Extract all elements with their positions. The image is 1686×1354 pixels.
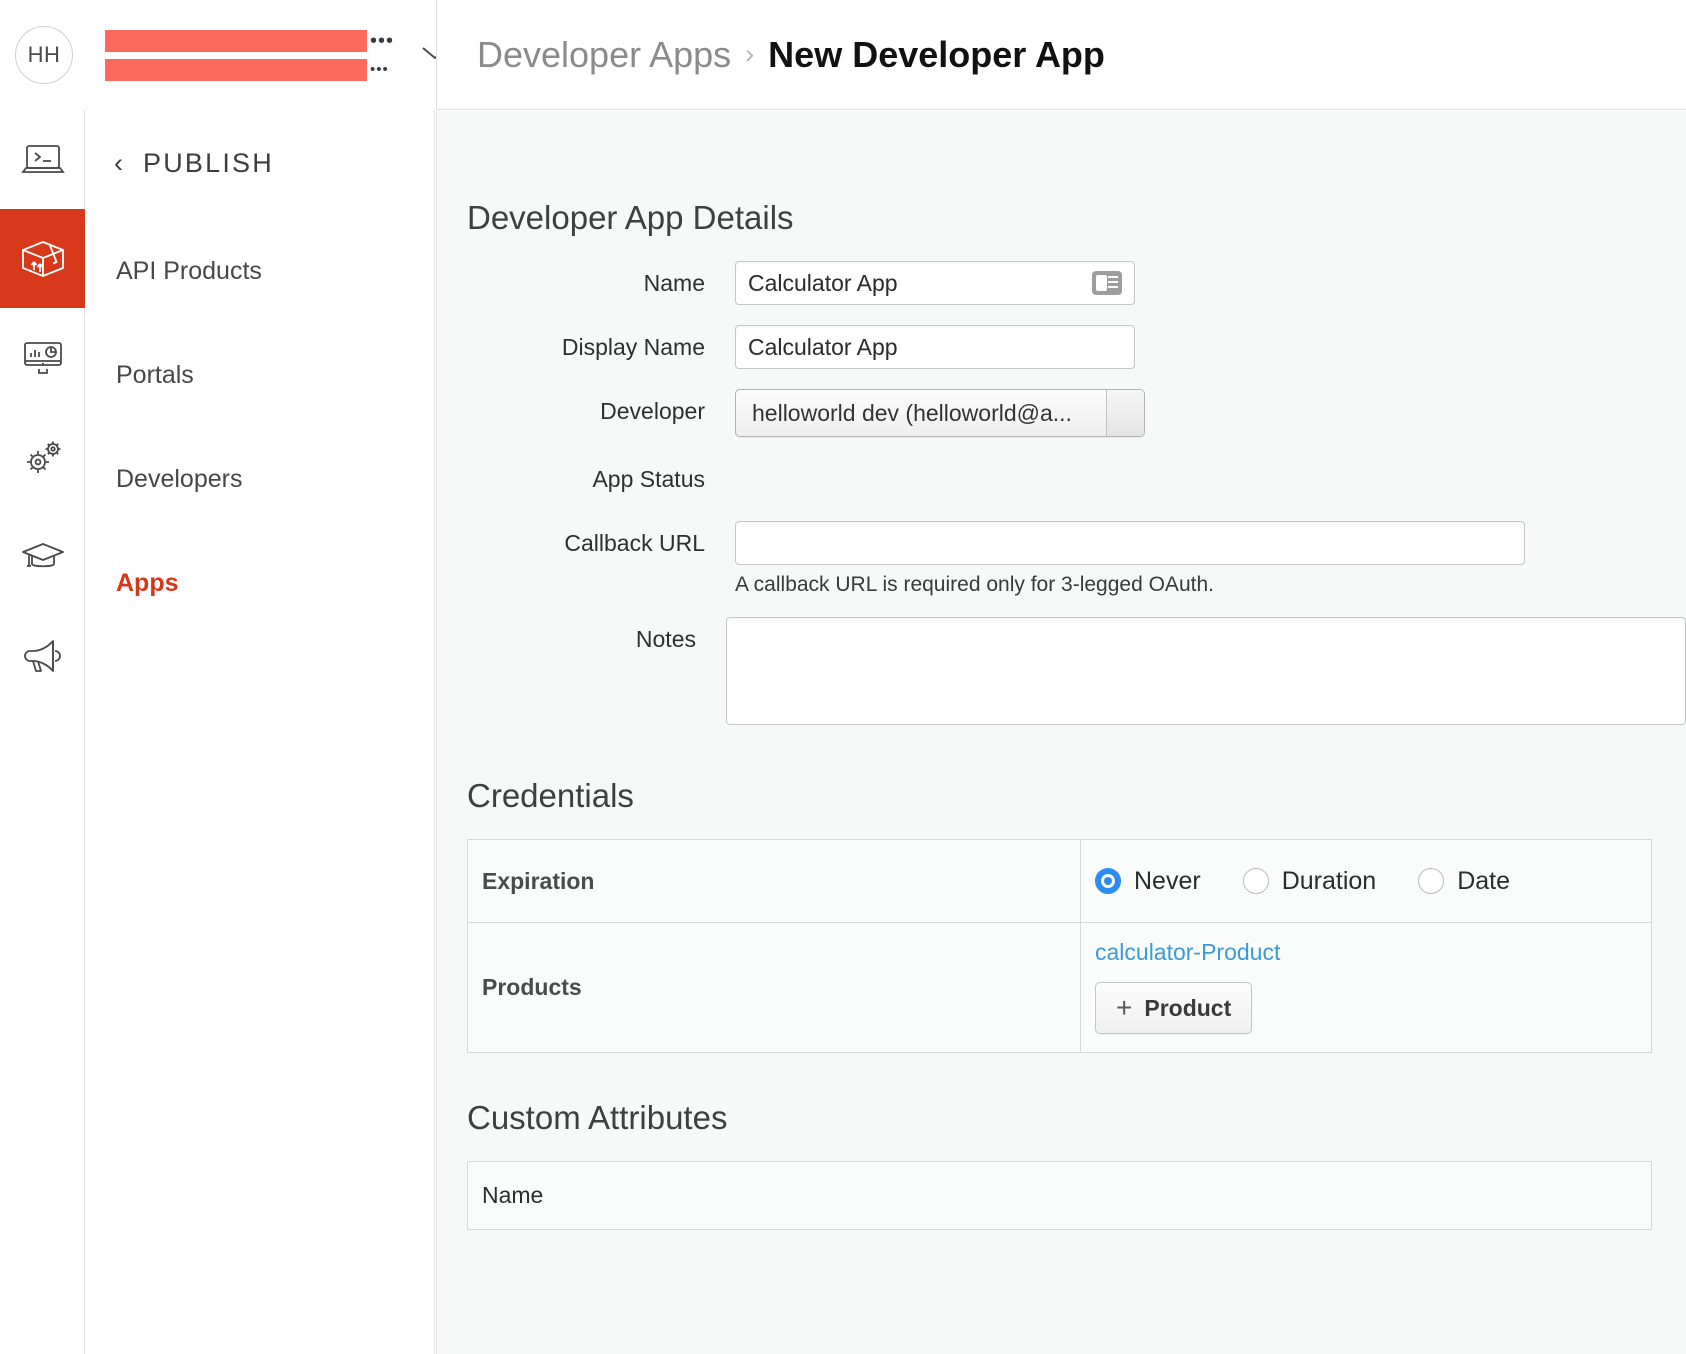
megaphone-icon — [21, 636, 65, 674]
redacted-org-name — [105, 29, 367, 52]
terminal-laptop-icon — [20, 143, 65, 177]
package-box-icon — [20, 239, 66, 279]
developer-select[interactable]: helloworld dev (helloworld@a... — [735, 389, 1145, 437]
sidebar-item-analyze[interactable] — [0, 308, 85, 407]
notes-field-wrap — [726, 617, 1686, 725]
radio-icon — [1418, 868, 1445, 894]
table-row-products: Products calculator-Product + Product — [468, 923, 1651, 1052]
callback-url-field-wrap: A callback URL is required only for 3-le… — [735, 521, 1525, 597]
add-product-button-label: Product — [1144, 994, 1232, 1021]
select-arrow-icon[interactable] — [1106, 390, 1144, 436]
developer-label: Developer — [600, 398, 705, 424]
developer-select-value: helloworld dev (helloworld@a... — [752, 399, 1072, 426]
radio-label: Never — [1134, 866, 1201, 895]
sidebar-item-api-products[interactable]: API Products — [86, 219, 434, 323]
contact-card-icon[interactable] — [1092, 271, 1122, 295]
primary-nav-rail — [0, 110, 85, 1354]
callback-url-label: Callback URL — [564, 530, 705, 556]
org-env-ellipsis: ••• — [370, 60, 389, 78]
sidebar-item-announcements[interactable] — [0, 605, 85, 704]
apigee-developer-app-page: HH ••• ••• ‹ PUBLISH API Products Portal… — [0, 0, 1686, 1354]
account-bar: HH ••• ••• — [0, 0, 470, 110]
sidebar-item-developers[interactable]: Developers — [86, 427, 434, 531]
form-row-notes: Notes — [437, 617, 1686, 725]
form-row-developer: Developer helloworld dev (helloworld@a..… — [437, 389, 1686, 437]
display-name-input[interactable]: Calculator App — [735, 325, 1135, 369]
form-row-callback-url: Callback URL A callback URL is required … — [437, 521, 1686, 597]
sidebar-item-publish[interactable] — [0, 209, 85, 308]
org-env-row: ••• — [105, 58, 394, 81]
app-status-label: App Status — [592, 466, 705, 492]
display-name-field-wrap: Calculator App — [735, 325, 1135, 369]
sidebar-item-apps[interactable]: Apps — [86, 531, 434, 635]
name-label: Name — [643, 270, 705, 296]
sidebar-item-label: API Products — [116, 256, 262, 285]
developer-app-details-heading: Developer App Details — [467, 199, 794, 236]
callback-url-input[interactable] — [735, 521, 1525, 565]
redacted-org-env — [105, 58, 367, 81]
name-field-wrap: Calculator App — [735, 261, 1135, 305]
credentials-heading: Credentials — [467, 777, 634, 814]
callback-url-hint: A callback URL is required only for 3-le… — [735, 573, 1214, 596]
product-link-calculator-product[interactable]: calculator-Product — [1095, 939, 1280, 966]
radio-option-never[interactable]: Never — [1095, 867, 1201, 896]
page-title: New Developer App — [768, 33, 1105, 75]
avatar[interactable]: HH — [15, 26, 73, 84]
notes-textarea[interactable] — [726, 617, 1686, 725]
expiration-options-cell: Never Duration Date — [1081, 840, 1651, 922]
table-row-expiration: Expiration Never Duration Date — [468, 840, 1651, 923]
form-row-name: Name Calculator App — [437, 261, 1686, 305]
products-label: Products — [468, 923, 1081, 1052]
radio-label: Date — [1457, 866, 1510, 895]
sidebar-item-admin[interactable] — [0, 407, 85, 506]
custom-attributes-column-name: Name — [482, 1182, 544, 1208]
sidebar-item-label: Apps — [116, 568, 179, 597]
breadcrumb-developer-apps[interactable]: Developer Apps — [477, 34, 731, 76]
main-content: Developer App Details Name Calculator Ap… — [436, 111, 1686, 1354]
chevron-left-icon[interactable]: ‹ — [114, 150, 123, 177]
sidebar-item-label: Developers — [116, 464, 243, 493]
radio-icon — [1242, 868, 1269, 894]
custom-attributes-table: Name — [467, 1161, 1652, 1230]
name-input-value: Calculator App — [748, 270, 898, 296]
name-input[interactable]: Calculator App — [735, 261, 1135, 305]
developer-app-details-form: Name Calculator App Display Name Calcula… — [437, 261, 1686, 725]
subnav-header[interactable]: ‹ PUBLISH — [86, 110, 434, 179]
breadcrumb-separator-icon: › — [745, 39, 755, 69]
products-content: calculator-Product + Product — [1081, 923, 1651, 1052]
form-row-display-name: Display Name Calculator App — [437, 325, 1686, 369]
display-name-input-value: Calculator App — [748, 334, 898, 360]
org-name-row: ••• — [105, 29, 395, 52]
expiration-label: Expiration — [468, 840, 1081, 922]
notes-label: Notes — [635, 626, 696, 652]
radio-option-duration[interactable]: Duration — [1242, 866, 1377, 896]
custom-attributes-heading: Custom Attributes — [467, 1099, 728, 1136]
avatar-initials: HH — [27, 42, 61, 67]
display-name-label: Display Name — [561, 334, 705, 360]
expiration-radio-group: Never Duration Date — [1081, 840, 1651, 922]
plus-icon: + — [1116, 992, 1133, 1023]
sidebar-item-label: Portals — [116, 360, 194, 389]
subnav-title: PUBLISH — [143, 148, 274, 178]
radio-label: Duration — [1281, 866, 1377, 895]
org-selector[interactable]: ••• ••• — [105, 29, 395, 81]
credentials-table: Expiration Never Duration Date Products … — [467, 839, 1652, 1053]
subnav-list: API Products Portals Developers Apps — [86, 219, 434, 635]
radio-icon — [1095, 868, 1121, 894]
page-header: Developer Apps › New Developer App — [436, 0, 1686, 110]
radio-option-date[interactable]: Date — [1418, 867, 1510, 896]
graduation-cap-icon — [20, 539, 66, 573]
developer-field-wrap: helloworld dev (helloworld@a... — [735, 389, 1145, 437]
analytics-monitor-icon — [21, 340, 65, 376]
sidebar-item-develop[interactable] — [0, 110, 85, 209]
add-product-button[interactable]: + Product — [1095, 982, 1253, 1034]
sidebar-item-portals[interactable]: Portals — [86, 323, 434, 427]
gears-icon — [20, 437, 66, 477]
org-name-ellipsis: ••• — [370, 29, 395, 52]
sidebar-item-learn[interactable] — [0, 506, 85, 605]
products-cell: calculator-Product + Product — [1081, 923, 1651, 1052]
form-row-app-status: App Status — [437, 457, 1686, 501]
secondary-nav: ‹ PUBLISH API Products Portals Developer… — [86, 110, 435, 1354]
